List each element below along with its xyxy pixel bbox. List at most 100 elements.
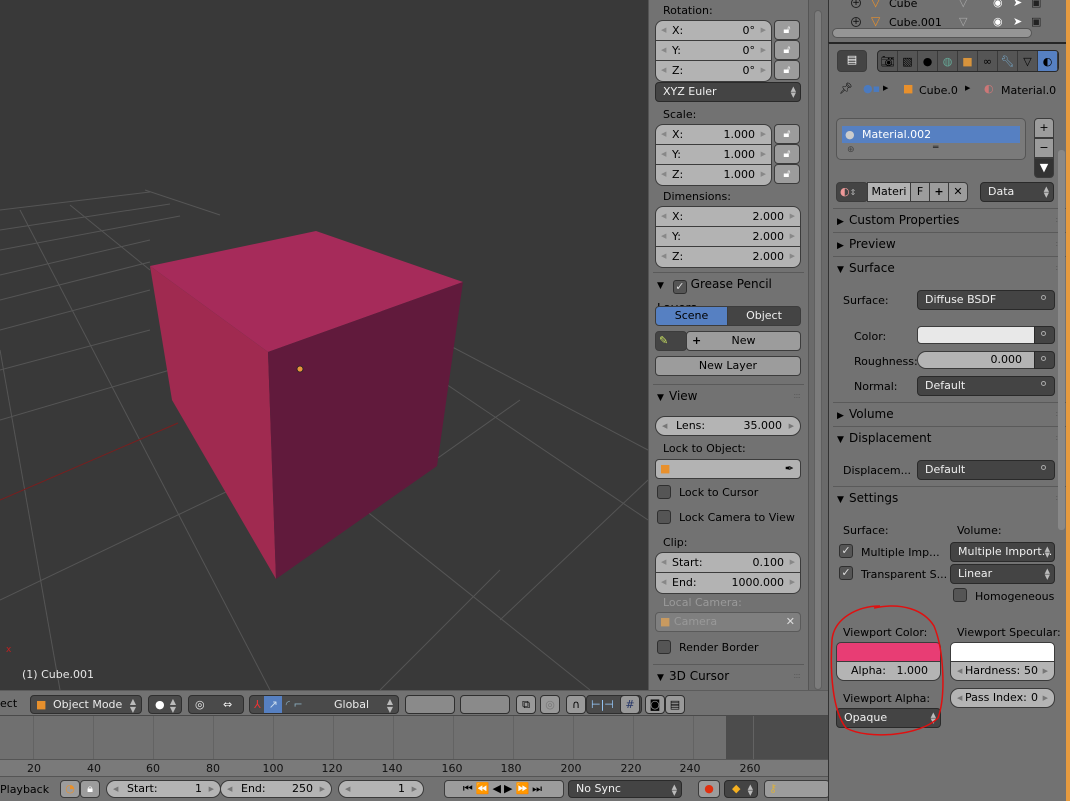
add-filter-icon[interactable]: ⊕ (847, 145, 855, 155)
local-camera-field[interactable]: ■ Camera ✕ (655, 612, 801, 632)
rotation-y[interactable]: ◀ Y: 0° ▶ (656, 41, 771, 61)
opengl-render-icon[interactable]: ◙ (645, 695, 665, 714)
manipulator-toggle-icon[interactable]: ⇔ (223, 696, 232, 713)
scale-y[interactable]: ◀ Y: 1.000 ▶ (656, 145, 771, 165)
grease-pencil-tab-object[interactable]: Object (727, 306, 801, 326)
layers-grid-2[interactable] (460, 695, 510, 714)
roughness-field[interactable]: 0.000 (917, 351, 1035, 369)
dimensions-z[interactable]: ◀ Z: 2.000 ▶ (656, 247, 800, 267)
jump-start-icon[interactable]: ⏮ (463, 782, 476, 795)
timeline-area[interactable] (0, 716, 830, 759)
volume-interpolation-select[interactable]: Linear ▲ ▼ (950, 564, 1055, 584)
prev-keyframe-icon[interactable]: ⏪ (476, 782, 493, 795)
displacement-panel-header[interactable]: ▼Displacement:::: (833, 426, 1066, 450)
hardness-field[interactable]: ◀ Hardness: 50 ▶ (950, 661, 1055, 681)
slot-specials-menu[interactable]: ▼ (1034, 158, 1054, 178)
lock-rotation-y-icon[interactable]: 🔓︎ (774, 40, 800, 60)
outliner-item[interactable]: + ▽ Cube ▽ ◉ ➤ ▣ (829, 0, 1059, 14)
object-menu[interactable]: ect (0, 697, 17, 710)
jump-end-icon[interactable]: ⏭ (532, 782, 545, 795)
rotation-z[interactable]: ◀ Z: 0° ▶ (656, 61, 771, 81)
view-panel-header[interactable]: ▼ View:::: (653, 384, 804, 408)
pencil-icon[interactable]: ✎ (655, 331, 687, 351)
keyframe-type-select[interactable]: ◆ ▲ ▼ (724, 780, 758, 798)
remove-slot-button[interactable]: − (1034, 138, 1054, 158)
next-keyframe-icon[interactable]: ⏩ (515, 782, 532, 795)
expand-icon[interactable]: + (851, 0, 861, 8)
opengl-animation-icon[interactable]: ▤ (665, 695, 685, 714)
grease-pencil-tab-scene[interactable]: Scene (655, 306, 728, 326)
snap-target-icon[interactable]: # (620, 695, 640, 714)
sync-mode-select[interactable]: No Sync ▲ ▼ (568, 780, 682, 798)
new-material-button[interactable]: + (929, 182, 949, 202)
volume-panel-header[interactable]: ▶Volume:::: (833, 402, 1066, 426)
frame-ruler[interactable]: 20 40 60 80 100 120 140 160 180 200 220 … (0, 759, 830, 777)
alpha-field[interactable]: Alpha: 1.000 (836, 661, 941, 681)
select-cursor-icon[interactable]: ➤ (1013, 0, 1022, 9)
surface-panel-header[interactable]: ▼Surface:::: (833, 256, 1066, 280)
3d-cursor-panel-header[interactable]: ▼ 3D Cursor:::: (653, 664, 804, 688)
scale-icon[interactable]: ⌐ (294, 698, 303, 711)
eyedropper-icon[interactable]: ✒ (785, 460, 794, 478)
lock-to-cursor-checkbox[interactable] (657, 485, 671, 499)
lock-layers-icon[interactable]: ⧉ (516, 695, 536, 714)
dimensions-y[interactable]: ◀ Y: 2.000 ▶ (656, 227, 800, 247)
color-socket-button[interactable] (1034, 326, 1055, 344)
lock-camera-checkbox[interactable] (657, 510, 671, 524)
properties-scrollbar[interactable] (1058, 150, 1065, 530)
multiple-importance-checkbox[interactable]: ✓ (839, 544, 853, 558)
mode-select[interactable]: ■ Object Mode ▲ ▼ (30, 695, 142, 714)
end-frame-field[interactable]: ◀ End: 250 ▶ (220, 780, 332, 798)
scene-tab-icon[interactable]: ● (918, 51, 938, 71)
lock-rotation-x-icon[interactable]: 🔓︎ (774, 20, 800, 40)
editor-type-icon[interactable]: ▤ (837, 50, 867, 72)
visibility-eye-icon[interactable]: ◉ (993, 0, 1003, 9)
lock-scale-x-icon[interactable]: 🔓︎ (774, 124, 800, 144)
playback-menu[interactable]: Playback (0, 783, 49, 796)
volume-sampling-select[interactable]: Multiple Import... ▲ ▼ (950, 542, 1055, 562)
viewport-alpha-select[interactable]: Opaque ▲ ▼ (836, 708, 941, 728)
surface-shader-select[interactable]: Diffuse BSDF (917, 290, 1055, 310)
viewport-color-swatch[interactable] (836, 642, 941, 662)
scrollbar-thumb[interactable] (814, 10, 822, 690)
material-name-field[interactable]: Materi (867, 182, 911, 202)
pivot-select[interactable]: ◎ ⇔ (188, 695, 244, 714)
current-frame-field[interactable]: ◀ 1 ▶ (338, 780, 424, 798)
transparent-shadows-checkbox[interactable]: ✓ (839, 566, 853, 580)
normal-select[interactable]: Default (917, 376, 1055, 396)
playback-controls[interactable]: ⏮⏪◀▶⏩⏭ (444, 780, 564, 798)
link-mode-select[interactable]: Data ▲ ▼ (980, 182, 1054, 202)
shelf-scrollbar[interactable] (808, 0, 828, 690)
resize-handle[interactable]: ═ (933, 143, 938, 153)
unlink-material-button[interactable]: ✕ (948, 182, 968, 202)
add-slot-button[interactable]: + (1034, 118, 1054, 138)
grease-pencil-checkbox[interactable]: ✓ (672, 280, 687, 294)
render-camera-icon[interactable]: ▣ (1031, 0, 1041, 9)
scale-z[interactable]: ◀ Z: 1.000 ▶ (656, 165, 771, 185)
visibility-eye-icon[interactable]: ◉ (993, 15, 1003, 28)
lens-field[interactable]: ◀ Lens: 35.000 ▶ (655, 416, 801, 436)
browse-material-button[interactable]: ◐⇕ (836, 182, 868, 202)
outliner-hscrollbar[interactable] (832, 28, 1032, 38)
material-tab-icon[interactable]: ◐ (1038, 51, 1058, 71)
color-swatch[interactable] (917, 326, 1035, 344)
lock-rotation-z-icon[interactable]: 🔓︎ (774, 60, 800, 80)
lock-frame-icon[interactable]: 🔒︎ (80, 780, 100, 798)
viewport-specular-swatch[interactable] (950, 642, 1055, 662)
select-cursor-icon[interactable]: ➤ (1013, 15, 1022, 28)
translate-icon[interactable]: ↗ (264, 696, 283, 713)
render-layers-tab-icon[interactable]: ▧ (898, 51, 918, 71)
lock-scale-y-icon[interactable]: 🔓︎ (774, 144, 800, 164)
new-grease-pencil-button[interactable]: + New (686, 331, 801, 351)
render-tab-icon[interactable]: 📷︎ (878, 51, 898, 71)
breadcrumb-material[interactable]: Material.0 (1001, 84, 1056, 97)
grease-pencil-panel-header[interactable]: ▼ ✓ Grease Pencil Layers (653, 272, 804, 315)
custom-properties-panel-header[interactable]: ▶Custom Properties:::: (833, 208, 1066, 232)
new-layer-button[interactable]: New Layer (655, 356, 801, 376)
3d-viewport[interactable]: x (1) Cube.001 (0, 0, 648, 690)
pin-icon[interactable]: 📌︎ (839, 82, 853, 95)
data-tab-icon[interactable]: ▽ (1018, 51, 1038, 71)
record-icon[interactable]: ● (698, 780, 720, 798)
fake-user-button[interactable]: F (910, 182, 930, 202)
breadcrumb-object[interactable]: Cube.0 (919, 84, 958, 97)
